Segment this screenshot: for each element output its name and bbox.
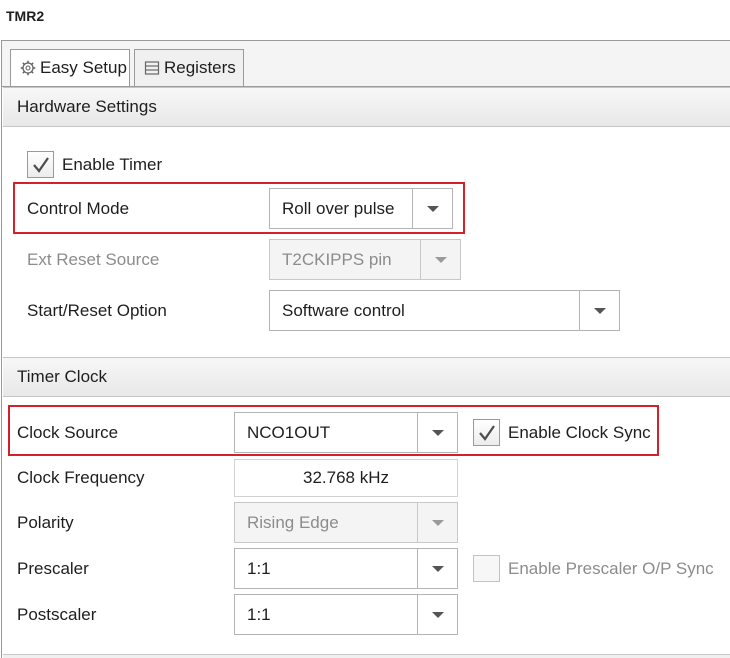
control-mode-label: Control Mode bbox=[27, 199, 130, 218]
chevron-down-icon bbox=[431, 565, 444, 572]
prescaler-label: Prescaler bbox=[17, 559, 89, 578]
enable-clock-sync-checkbox[interactable] bbox=[473, 419, 500, 446]
tab-easy-setup[interactable]: Easy Setup bbox=[10, 49, 130, 86]
ext-reset-source-dropdown-button bbox=[420, 240, 460, 279]
prescaler-dropdown-button[interactable] bbox=[417, 549, 457, 588]
chevron-down-icon bbox=[593, 307, 606, 314]
postscaler-select[interactable]: 1:1 bbox=[234, 594, 458, 635]
tab-registers[interactable]: Registers bbox=[134, 49, 244, 86]
tab-easy-setup-label: Easy Setup bbox=[40, 58, 127, 77]
clock-source-value: NCO1OUT bbox=[247, 422, 331, 442]
chevron-down-icon bbox=[431, 519, 444, 526]
prescaler-select[interactable]: 1:1 bbox=[234, 548, 458, 589]
clock-source-select[interactable]: NCO1OUT bbox=[234, 412, 458, 453]
ext-reset-source-value: T2CKIPPS pin bbox=[282, 249, 392, 269]
control-mode-dropdown-button[interactable] bbox=[412, 189, 452, 228]
gear-icon bbox=[19, 60, 36, 77]
start-reset-option-value: Software control bbox=[282, 300, 405, 320]
tab-registers-label: Registers bbox=[164, 58, 236, 77]
postscaler-label: Postscaler bbox=[17, 605, 97, 624]
chevron-down-icon bbox=[434, 256, 447, 263]
polarity-select: Rising Edge bbox=[234, 502, 458, 543]
postscaler-value: 1:1 bbox=[247, 604, 271, 624]
chevron-down-icon bbox=[431, 429, 444, 436]
enable-timer-checkbox[interactable] bbox=[27, 151, 54, 178]
start-reset-option-dropdown-button[interactable] bbox=[579, 291, 619, 330]
chevron-down-icon bbox=[426, 205, 439, 212]
hardware-settings-header: Hardware Settings bbox=[3, 87, 730, 127]
clock-source-label: Clock Source bbox=[17, 423, 119, 442]
control-mode-select[interactable]: Roll over pulse bbox=[269, 188, 453, 229]
start-reset-option-label: Start/Reset Option bbox=[27, 301, 167, 320]
clock-source-dropdown-button[interactable] bbox=[417, 413, 457, 452]
ext-reset-source-select: T2CKIPPS pin bbox=[269, 239, 461, 280]
enable-timer-label: Enable Timer bbox=[62, 155, 163, 174]
enable-clock-sync-label: Enable Clock Sync bbox=[508, 423, 651, 442]
checkmark-icon bbox=[32, 156, 49, 173]
chevron-down-icon bbox=[431, 611, 444, 618]
polarity-dropdown-button bbox=[417, 503, 457, 542]
window-title: TMR2 bbox=[6, 8, 45, 24]
polarity-label: Polarity bbox=[17, 513, 74, 532]
clock-frequency-field: 32.768 kHz bbox=[234, 459, 458, 497]
start-reset-option-select[interactable]: Software control bbox=[269, 290, 620, 331]
timer-clock-header: Timer Clock bbox=[3, 357, 730, 397]
control-mode-value: Roll over pulse bbox=[282, 198, 395, 218]
enable-prescaler-sync-checkbox bbox=[473, 555, 500, 582]
enable-prescaler-sync-label: Enable Prescaler O/P Sync bbox=[508, 559, 714, 578]
checkmark-icon bbox=[478, 424, 495, 441]
prescaler-value: 1:1 bbox=[247, 558, 271, 578]
section-divider bbox=[3, 654, 730, 658]
ext-reset-source-label: Ext Reset Source bbox=[27, 250, 160, 269]
postscaler-dropdown-button[interactable] bbox=[417, 595, 457, 634]
polarity-value: Rising Edge bbox=[247, 512, 339, 532]
clock-frequency-label: Clock Frequency bbox=[17, 468, 145, 487]
list-icon bbox=[143, 60, 160, 77]
